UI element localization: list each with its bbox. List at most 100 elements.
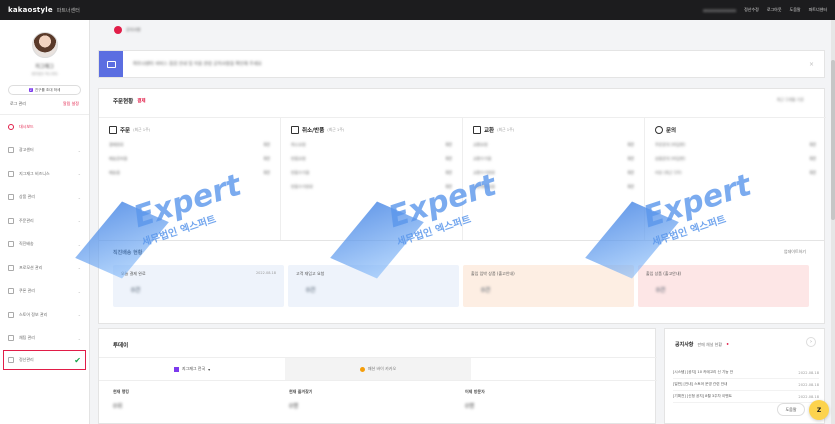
- sidebar-item-promotion[interactable]: 프로모션 관리 ⌄: [0, 256, 89, 280]
- invite-label: 친구를 초대 하세: [34, 87, 61, 92]
- notice-pin[interactable]: 공지사항: [114, 26, 141, 34]
- list-item[interactable]: 상품문의 (미답변) 0건: [655, 156, 816, 162]
- list-item[interactable]: 교환재배송중 0건: [473, 184, 634, 190]
- list-item[interactable]: 취소요청 0건: [291, 142, 452, 148]
- list-item[interactable]: 리뷰 (최근 1주) 0건: [655, 170, 816, 176]
- chat-fab-button[interactable]: Z: [809, 400, 829, 420]
- list-item[interactable]: 결제완료 0건: [109, 142, 270, 148]
- list-item[interactable]: [시스템] [공지] 10 카테고리 신 기능 안 2022.08.18: [673, 367, 819, 379]
- notice-pin-text: 공지사항: [126, 27, 141, 32]
- top-link-help[interactable]: 도움말: [790, 7, 801, 13]
- sidebar-item-chat[interactable]: 채팅 관리 ⌄: [0, 327, 89, 351]
- direct-delivery-card: 직진배송 현황 업데이트하기 오늘 결제 완료 2022.08.18 0건 고객 재…: [98, 240, 825, 324]
- tab-fashion-by-kakao[interactable]: 패션 바이 카카오: [285, 358, 471, 380]
- sidebar-item-direct-delivery[interactable]: 직진배송 ⌄: [0, 233, 89, 257]
- row-count: 0건: [445, 142, 452, 147]
- box-label: 오늘 결제 완료: [121, 271, 146, 276]
- today-card: 투데이 지그재그 전국 ▾ 패션 바이 카카오 현재 랭킹 0위 현재 즐겨찾기 0명…: [98, 328, 657, 424]
- sidebar-item-label: 정산관리: [19, 357, 34, 362]
- sidebar-item-label: 스토어 정보 관리: [19, 311, 48, 317]
- list-item[interactable]: [일반] [안내] 스토어 운영 관련 안내 2022.08.18: [673, 379, 819, 391]
- sidebar-item-settlement[interactable]: 정산관리 ✔: [3, 350, 86, 370]
- list-item[interactable]: 반품수거중 0건: [291, 170, 452, 176]
- box-value: 0건: [656, 287, 666, 294]
- list-item[interactable]: 배송중 0건: [109, 170, 270, 176]
- list-item[interactable]: [기획전] [신청 공지] 8월 3주차 이벤트 2022.08.18: [673, 391, 819, 403]
- chevron-down-icon: ⌄: [77, 312, 81, 318]
- log-link[interactable]: 로그 관리: [10, 101, 26, 107]
- delivery-box-warning[interactable]: 출입 입박 상품 (출고안내) 0건: [463, 265, 634, 307]
- side-links: 로그 관리 알림 설정: [0, 95, 89, 111]
- tab-label: 지그재그 전국: [181, 366, 206, 371]
- list-item[interactable]: 주문문의 (미답변) 0건: [655, 142, 816, 148]
- delivery-boxes: 오늘 결제 완료 2022.08.18 0건 고객 재입고 요청 0건 출입 입박 상…: [113, 265, 809, 307]
- sidebar-item-ads[interactable]: 광고센터 ⌄: [0, 139, 89, 163]
- chat-icon: [8, 335, 14, 342]
- order-icon: [8, 217, 14, 224]
- notice-title: 공지사항 판매 채널 현황 •: [675, 341, 729, 349]
- list-item[interactable]: 교환수거중 0건: [473, 156, 634, 162]
- column-title: 취소/반품: [302, 128, 325, 134]
- list-item[interactable]: 반품요청 0건: [291, 156, 452, 162]
- list-item[interactable]: 교환수거완료 0건: [473, 170, 634, 176]
- list-item[interactable]: 반품수거완료 0건: [291, 184, 452, 190]
- delivery-box-today-paid[interactable]: 오늘 결제 완료 2022.08.18 0건: [113, 265, 284, 307]
- list-item[interactable]: 교환요청 0건: [473, 142, 634, 148]
- notice-date: 2022.08.18: [798, 370, 819, 375]
- payment-badge[interactable]: 결제: [137, 98, 145, 104]
- update-button[interactable]: 업데이트하기: [784, 249, 806, 255]
- chevron-right-icon[interactable]: ›: [806, 337, 816, 347]
- sidebar-item-products[interactable]: 상품 관리 ⌄: [0, 186, 89, 210]
- sidebar-item-label: 직진배송: [19, 241, 34, 247]
- zigzag-icon: [173, 366, 179, 372]
- close-icon[interactable]: ×: [809, 61, 814, 68]
- sidebar-item-label: 프로모션 관리: [19, 264, 43, 270]
- notice-date: 2022.08.18: [798, 382, 819, 387]
- sidebar-item-label: 채팅 관리: [19, 335, 35, 341]
- alarm-link[interactable]: 알림 설정: [63, 101, 79, 107]
- brand-logo[interactable]: kakaostyle: [8, 6, 53, 14]
- help-button[interactable]: 도움말: [777, 403, 805, 416]
- sidebar-item-label: 쿠폰 관리: [19, 288, 35, 294]
- chevron-down-icon: ⌄: [77, 335, 81, 341]
- invite-button[interactable]: Z 친구를 초대 하세: [8, 85, 81, 95]
- avatar[interactable]: [31, 32, 58, 58]
- top-link-settle[interactable]: 정산수정: [744, 7, 759, 13]
- tab-zigzag[interactable]: 지그재그 전국 ▾: [99, 358, 285, 380]
- order-columns: 주문 (최근 1주) 결제완료 0건 배송준비중 0건 배송중 0건 취소/반품 (최근 …: [99, 117, 826, 257]
- scrollbar-thumb[interactable]: [831, 60, 835, 220]
- order-column-orders: 주문 (최근 1주) 결제완료 0건 배송준비중 0건 배송중 0건: [99, 118, 281, 257]
- notice-banner[interactable]: 파트너센터 서비스 점검 안내 및 이용 관련 공지사항을 확인해 주세요 ×: [98, 50, 825, 78]
- order-column-exchange: 교환 (최근 1주) 교환요청 0건 교환수거중 0건 교환수거완료 0건 교환재배송중…: [463, 118, 645, 257]
- column-header: 취소/반품 (최근 1주): [291, 126, 452, 134]
- page-scrollbar[interactable]: [831, 20, 835, 424]
- notice-text: [시스템] [공지] 10 카테고리 신 기능 안: [673, 370, 734, 374]
- brand-subtitle: 파트너센터: [56, 7, 80, 14]
- row-label: 취소요청: [291, 142, 306, 147]
- receipt-icon: [109, 126, 117, 134]
- sidebar-item-coupon[interactable]: 쿠폰 관리 ⌄: [0, 280, 89, 304]
- list-item[interactable]: 배송준비중 0건: [109, 156, 270, 162]
- sidebar-item-business[interactable]: 지그재그 비즈니스 ⌄: [0, 162, 89, 186]
- row-count: 0건: [445, 156, 452, 161]
- delivery-box-restock[interactable]: 고객 재입고 요청 0건: [288, 265, 459, 307]
- row-label: 반품요청: [291, 156, 306, 161]
- chevron-down-icon: ⌄: [77, 288, 81, 294]
- row-label: 배송준비중: [109, 156, 128, 161]
- row-count: 0건: [263, 156, 270, 161]
- top-links: xxxxxxxxxxxxxx 정산수정 로그아웃 도움말 파트너센터: [703, 7, 827, 13]
- sidebar-item-dashboard[interactable]: 대시보드: [0, 115, 89, 139]
- row-count: 0건: [809, 142, 816, 147]
- top-link-logout[interactable]: 로그아웃: [767, 7, 782, 13]
- top-link-partner[interactable]: 파트너센터: [809, 7, 827, 13]
- row-label: 배송중: [109, 170, 121, 175]
- column-note: (최근 1주): [327, 127, 345, 132]
- row-count: 0건: [627, 170, 634, 175]
- sidebar-item-store-info[interactable]: 스토어 정보 관리 ⌄: [0, 303, 89, 327]
- box-value: 0건: [481, 287, 491, 294]
- box-value: 0건: [306, 287, 316, 294]
- notice-subtab[interactable]: 판매 채널 현황: [697, 342, 722, 348]
- sidebar-item-orders[interactable]: 주문관리 ⌄: [0, 209, 89, 233]
- sidebar-item-label: 지그재그 비즈니스: [19, 170, 50, 176]
- delivery-box-outbound[interactable]: 출입 상품 (출고안내) 0건: [638, 265, 809, 307]
